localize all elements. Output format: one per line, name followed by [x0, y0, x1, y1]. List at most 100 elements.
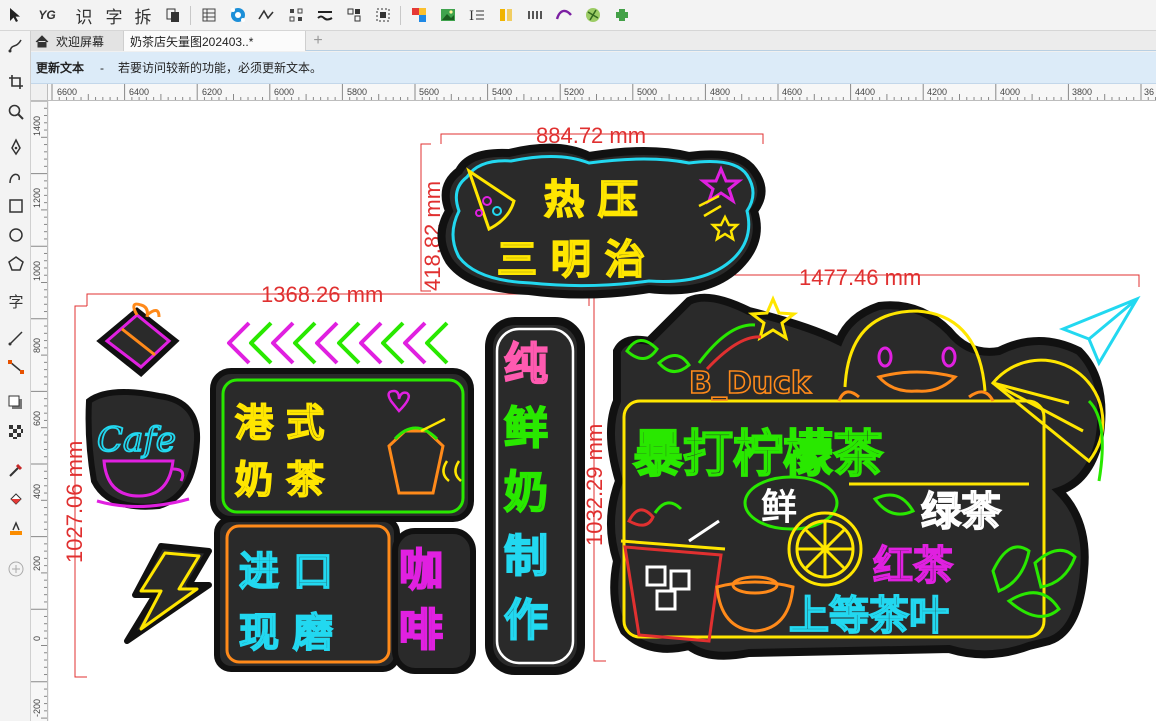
- ruler-label: 1400: [32, 115, 42, 136]
- bduck-text: B_Duck: [689, 366, 812, 401]
- eyedropper-icon[interactable]: [5, 459, 27, 481]
- chevron-arrows[interactable]: [227, 321, 449, 365]
- update-separator: -: [100, 60, 105, 75]
- ruler-label: 4000: [1000, 87, 1021, 97]
- update-title[interactable]: 更新文本: [36, 59, 84, 76]
- svg-text:I: I: [469, 9, 474, 23]
- bezier-icon[interactable]: [5, 166, 27, 188]
- ruler-label: 6600: [57, 87, 78, 97]
- pen-icon[interactable]: [5, 136, 27, 158]
- coffee-text-line2: 啡: [399, 605, 443, 656]
- coffee-sign[interactable]: 咖 啡: [392, 528, 476, 674]
- dimension-label-left-height: 1027.06 mm: [62, 441, 87, 563]
- text-align-icon[interactable]: I: [466, 4, 488, 26]
- connector-icon[interactable]: [5, 356, 27, 378]
- gift-box-sign[interactable]: [96, 302, 180, 377]
- import-text-line2: 现 磨: [239, 610, 333, 656]
- import-text-line1: 进 口: [239, 549, 333, 595]
- text-tool-icon[interactable]: 字: [5, 290, 27, 312]
- vertical-ruler[interactable]: 1400 1200 1000 800 600 400 200 0 -200: [31, 101, 48, 721]
- sandwich-text-line1: 热 压: [544, 177, 638, 223]
- ruler-label: 400: [32, 483, 42, 499]
- ruler-label: 6200: [202, 87, 223, 97]
- lemon-tea-sign[interactable]: B_Duck 暴打柠檬茶 鲜 绿茶 红茶 上等茶叶: [607, 293, 1141, 660]
- hk-milk-tea-sign[interactable]: 港 式 奶 茶: [210, 368, 474, 522]
- tab-document-label: 奶茶店矢量图202403..*: [130, 34, 254, 49]
- milk-char-4: 制: [504, 531, 548, 582]
- milk-char-1: 纯: [504, 339, 548, 390]
- milk-char-2: 鲜: [504, 403, 548, 454]
- polygon-icon[interactable]: [5, 253, 27, 275]
- ruler-origin[interactable]: [31, 84, 48, 101]
- add-tab-button[interactable]: +: [309, 31, 327, 51]
- tab-welcome-label: 欢迎屏幕: [56, 34, 105, 49]
- dimension-label-right-height: 1032.29 mm: [582, 424, 607, 546]
- ruler-label: 1000: [32, 260, 42, 281]
- curve-icon[interactable]: [255, 4, 277, 26]
- dots-icon[interactable]: [524, 4, 546, 26]
- image-icon[interactable]: [437, 4, 459, 26]
- split-button[interactable]: 拆: [132, 4, 154, 28]
- coffee-text-line1: 咖: [399, 545, 443, 596]
- toolbox: 字: [0, 31, 31, 721]
- tab-document[interactable]: 奶茶店矢量图202403..*: [124, 31, 306, 51]
- sandwich-sign[interactable]: 热 压 三 明 治: [437, 143, 766, 299]
- fill-icon[interactable]: [5, 488, 27, 510]
- lightning-sign[interactable]: [124, 543, 212, 644]
- grid-icon[interactable]: [285, 4, 307, 26]
- yg-icon[interactable]: YG: [36, 4, 58, 26]
- plugin-icon[interactable]: [611, 4, 633, 26]
- ruler-label: 200: [32, 555, 42, 571]
- copy-icon[interactable]: [162, 4, 184, 26]
- ruler-label: 4600: [782, 87, 803, 97]
- cafe-text: Cafe: [97, 420, 176, 460]
- ruler-label: 5200: [564, 87, 585, 97]
- dimension-label-right-width: 1477.46 mm: [799, 265, 921, 290]
- drawing-canvas[interactable]: 884.72 mm 418.82 mm 1368.26 mm 1027.06 m…: [49, 101, 1156, 721]
- freehand-pick-icon[interactable]: [5, 35, 27, 57]
- rectangle-icon[interactable]: [5, 195, 27, 217]
- ruler-label: 1200: [32, 187, 42, 208]
- property-toolbar: YG 识 字 拆 I: [0, 0, 1156, 31]
- tab-welcome[interactable]: 欢迎屏幕: [31, 31, 124, 51]
- fresh-milk-sign[interactable]: 纯 鲜 奶 制 作: [485, 317, 585, 675]
- sandwich-text-line2: 三 明 治: [497, 237, 645, 283]
- ruler-label: 5600: [419, 87, 440, 97]
- milk-char-3: 奶: [504, 467, 548, 518]
- hk-text-line1: 港 式: [235, 401, 324, 445]
- recognize-button[interactable]: 识: [73, 4, 95, 28]
- add-tool-icon[interactable]: [5, 558, 27, 580]
- home-icon: [35, 34, 49, 48]
- ruler-label: 6000: [274, 87, 295, 97]
- brush-icon[interactable]: [553, 4, 575, 26]
- ruler-label: 4800: [710, 87, 731, 97]
- update-notification-bar: 更新文本 - 若要访问较新的功能，必须更新文本。: [31, 52, 1156, 84]
- table-icon[interactable]: [198, 4, 220, 26]
- line-tool-icon[interactable]: [5, 327, 27, 349]
- arrange-icon[interactable]: [343, 4, 365, 26]
- select-box-icon[interactable]: [372, 4, 394, 26]
- zoom-icon[interactable]: [5, 101, 27, 123]
- char-button[interactable]: 字: [103, 4, 125, 28]
- wave-icon[interactable]: [314, 4, 336, 26]
- cafe-sign[interactable]: Cafe: [85, 389, 201, 510]
- horizontal-ruler[interactable]: 6600 6400 6200 6000 5800 5600 5400 5200 …: [31, 84, 1156, 101]
- pattern-icon[interactable]: [227, 4, 249, 26]
- ruler-label: 800: [32, 337, 42, 353]
- ruler-label: 3800: [1072, 87, 1093, 97]
- pointer-icon[interactable]: [4, 4, 26, 26]
- lemon-tea-title: 暴打柠檬茶: [633, 425, 884, 483]
- globe-icon[interactable]: [582, 4, 604, 26]
- color-icon[interactable]: [408, 4, 430, 26]
- import-ground-sign[interactable]: 进 口 现 磨: [214, 516, 400, 672]
- smart-fill-icon[interactable]: [5, 518, 27, 540]
- bars-icon[interactable]: [495, 4, 517, 26]
- shadow-icon[interactable]: [5, 392, 27, 414]
- hk-text-line2: 奶 茶: [235, 458, 325, 502]
- ruler-label: 600: [32, 410, 42, 426]
- crop-icon[interactable]: [5, 71, 27, 93]
- ellipse-icon[interactable]: [5, 224, 27, 246]
- ruler-label: 5800: [347, 87, 368, 97]
- transparency-icon[interactable]: [5, 421, 27, 443]
- milk-char-5: 作: [504, 595, 548, 646]
